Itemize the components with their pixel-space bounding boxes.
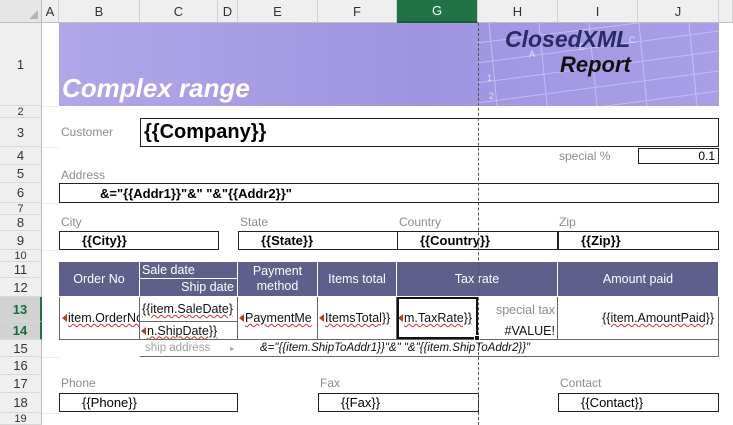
customer-label: Customer [61,125,114,139]
column-header-h[interactable]: H [478,0,558,23]
address-label: Address [61,168,106,182]
row-header-14[interactable]: 14 [0,322,42,340]
cell-payment-text: PaymentMe [245,311,312,325]
header-amount-paid[interactable]: Amount paid [558,262,719,297]
cell-ship-date-text: n.ShipDate}} [147,323,218,338]
cell-value-error[interactable]: #VALUE! [478,322,558,340]
logo-text-closedxml: ClosedXML [505,26,631,52]
column-header-c[interactable]: C [140,0,218,23]
contact-cell[interactable]: {{Contact}} [558,393,719,412]
row-header-3[interactable]: 3 [0,118,42,147]
ship-address-label: ship address [145,342,211,354]
logo-grid-number-1: 1 [487,73,492,83]
phone-label: Phone [61,376,96,390]
row-header-5[interactable]: 5 [0,165,42,183]
row-header-1[interactable]: 1 [0,23,42,106]
contact-label: Contact [560,376,602,390]
column-header-e[interactable]: E [238,0,318,23]
gridline [42,203,59,204]
column-header-d[interactable]: D [218,0,238,23]
state-cell[interactable]: {{State}} [238,231,398,250]
cell-order-no[interactable]: item.OrderNo [59,297,140,340]
page-break-line [478,23,479,425]
row-header-13[interactable]: 13 [0,297,42,322]
row-header-10[interactable]: 10 [0,250,42,262]
row-header-18[interactable]: 18 [0,393,42,413]
header-payment-method[interactable]: Payment method [238,262,318,297]
cell-amount-paid[interactable]: {{item.AmountPaid}} [558,297,719,340]
cell-special-tax-label[interactable]: special tax [478,297,558,322]
row-header-11[interactable]: 11 [0,262,42,278]
active-cell-selection[interactable] [397,297,478,339]
gridline [42,147,59,148]
column-header-i[interactable]: I [558,0,638,23]
header-ship-date[interactable]: Ship date [140,279,238,297]
header-order-no[interactable]: Order No [59,262,140,297]
error-indicator-icon [239,314,244,322]
column-header-k[interactable] [719,0,733,23]
column-header-b[interactable]: B [59,0,140,23]
row-header-7[interactable]: 7 [0,203,42,215]
row-header-2[interactable]: 2 [0,106,42,118]
column-header-j[interactable]: J [638,0,719,23]
city-cell[interactable]: {{City}} [59,231,219,250]
state-label: State [240,215,269,229]
error-indicator-icon [141,326,146,335]
fax-cell[interactable]: {{Fax}} [318,393,479,412]
country-label: Country [399,215,442,229]
row-header-6[interactable]: 6 [0,183,42,203]
error-indicator-icon [319,314,324,322]
row-header-19[interactable]: 19 [0,413,42,425]
address-formula-cell[interactable]: &="{{Addr1}}"&" "&"{{Addr2}}" [59,183,719,203]
row-header-15[interactable]: 15 [0,340,42,357]
cell-sale-date[interactable]: {{item.SaleDate} [140,297,238,322]
fill-handle[interactable] [474,335,480,341]
cell-items-total[interactable]: ItemsTotal}} [318,297,397,340]
row-header-9[interactable]: 9 [0,231,42,250]
select-all-corner[interactable] [0,0,42,23]
logo-grid-number-2: 2 [489,91,494,101]
header-sale-date[interactable]: Sale date [140,262,238,279]
cell-order-no-text: item.OrderNo [68,311,140,325]
cell-items-total-text: ItemsTotal}} [325,311,391,325]
row-header-17[interactable]: 17 [0,375,42,393]
error-indicator-icon [62,314,67,322]
column-header-a[interactable]: A [42,0,59,23]
report-title: Complex range [62,73,250,103]
header-items-total[interactable]: Items total [318,262,397,297]
arrow-right-icon: ▸ [230,343,235,353]
gridline [42,250,59,251]
zip-cell[interactable]: {{Zip}} [558,231,719,250]
row-header-12[interactable]: 12 [0,278,42,297]
city-label: City [61,215,82,229]
row-header-8[interactable]: 8 [0,215,42,231]
cell-amount-paid-text: {{item.AmountPaid}} [602,311,714,325]
cell-sale-date-text: {{item.SaleDate} [142,302,234,316]
cell-payment-method[interactable]: PaymentMe [238,297,318,340]
gridline [42,357,59,358]
row-header-16[interactable]: 16 [0,357,42,375]
ship-address-label-cell[interactable]: ship address ▸ [140,340,238,357]
company-cell[interactable]: {{Company}} [140,118,719,147]
phone-cell[interactable]: {{Phone}} [59,393,238,412]
gridline [42,413,59,414]
special-percent-label: special % [559,149,611,163]
column-header-f[interactable]: F [318,0,397,23]
logo-text-report: Report [560,52,631,77]
fax-label: Fax [320,376,341,390]
cell-ship-date[interactable]: n.ShipDate}} [140,322,238,340]
zip-label: Zip [559,215,576,229]
row-header-4[interactable]: 4 [0,147,42,165]
gridline [42,106,59,107]
spreadsheet-grid[interactable]: A B C D E F G H I J 1 2 3 4 5 6 7 8 9 10… [0,0,733,425]
special-percent-value[interactable]: 0.1 [638,148,719,164]
column-header-g[interactable]: G [397,0,478,23]
